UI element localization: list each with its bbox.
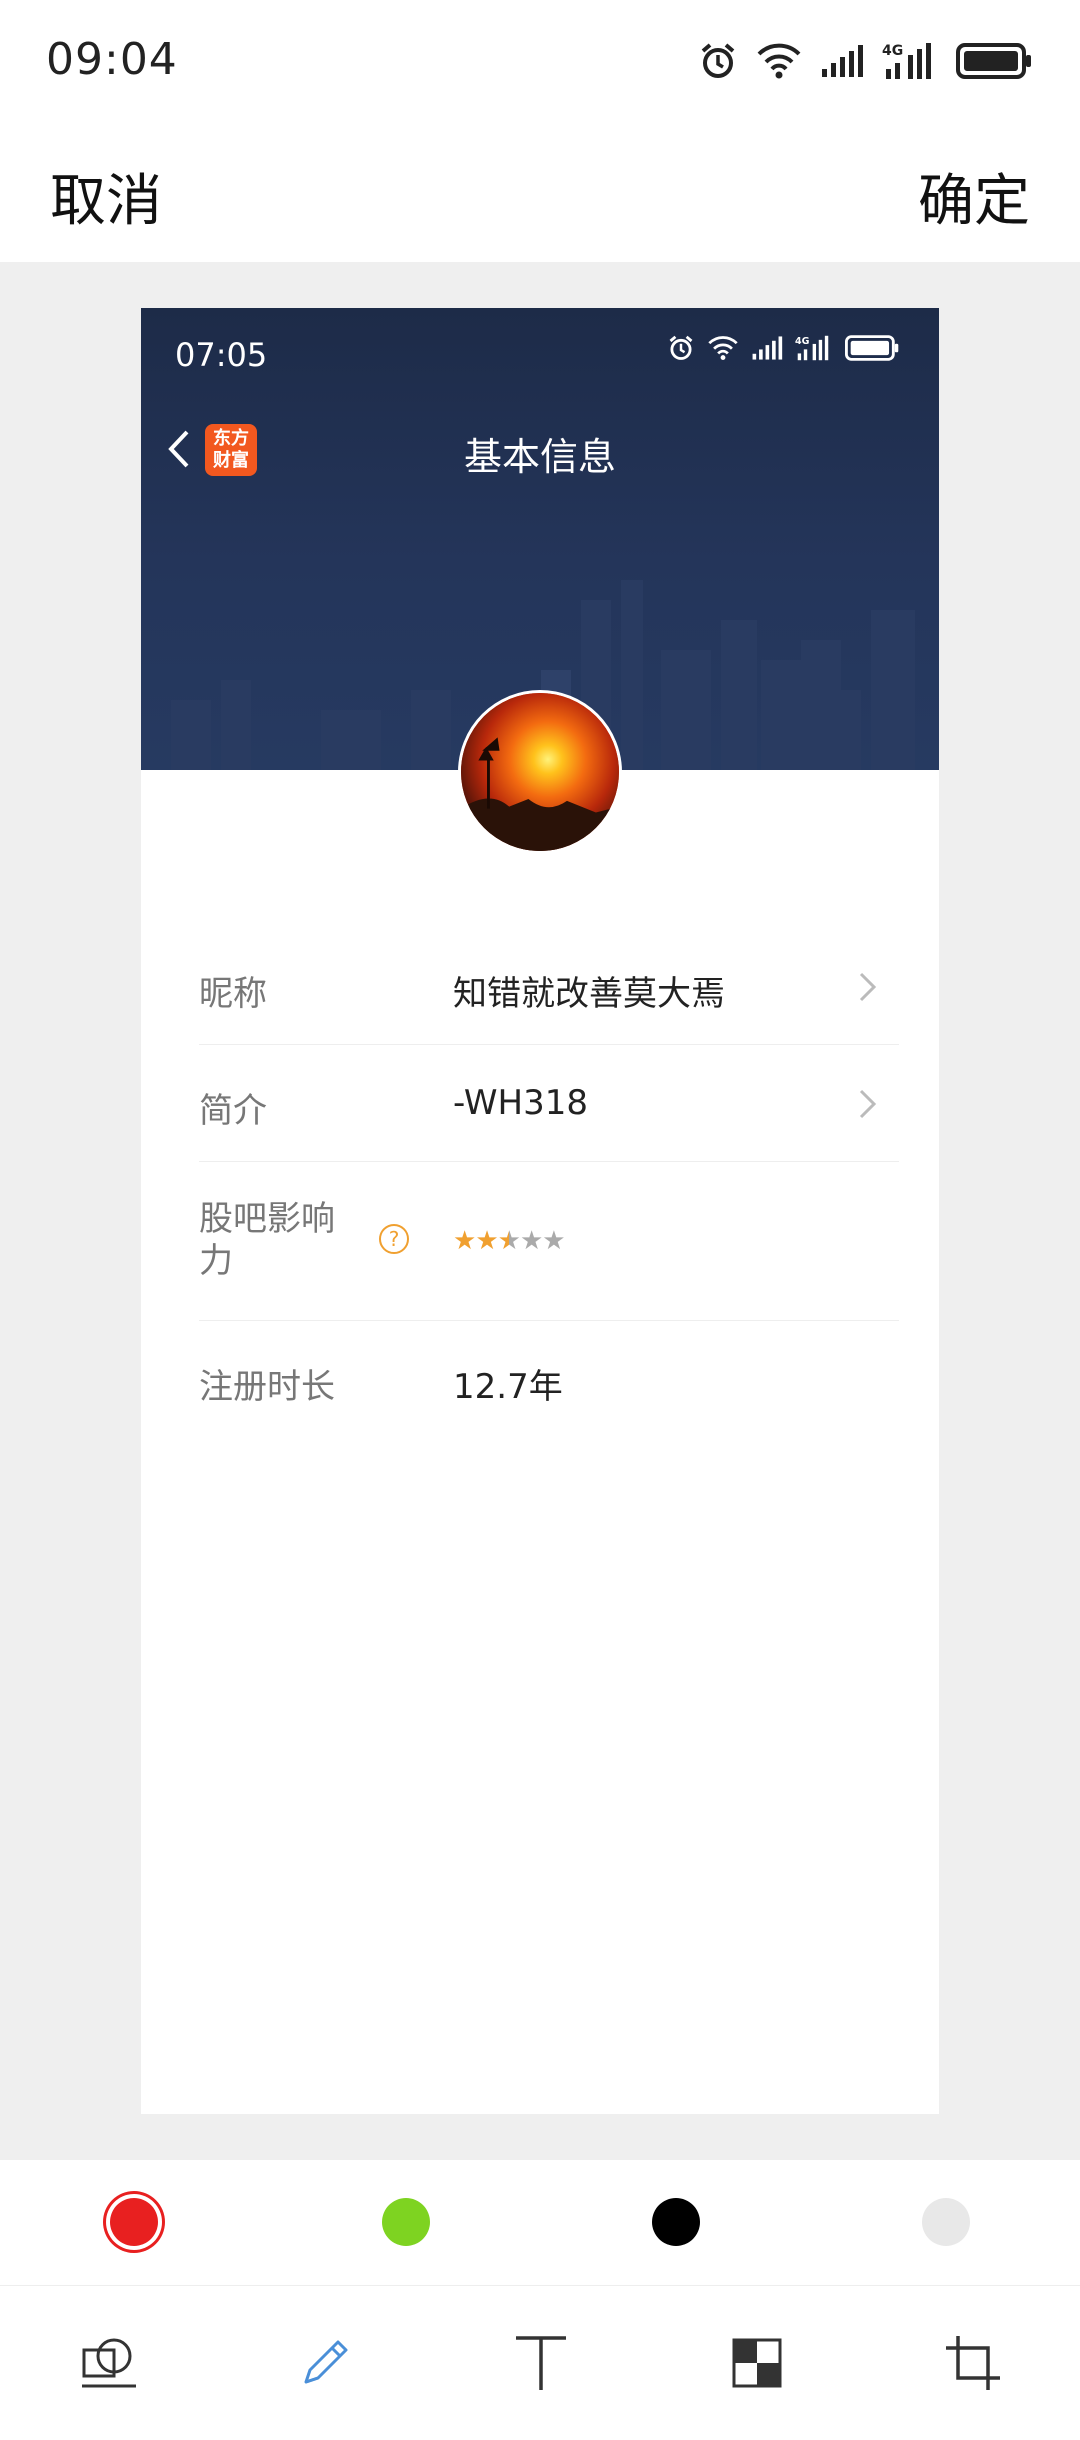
status-icons: 4G (698, 36, 1032, 86)
wifi-icon (757, 43, 801, 79)
battery-icon (956, 43, 1031, 79)
bio-value: -WH318 (453, 1083, 588, 1123)
color-palette (0, 2160, 1080, 2286)
pencil-tool-button[interactable] (294, 2332, 356, 2394)
inner-status-icons: 4G (667, 334, 899, 362)
avatar[interactable] (458, 690, 622, 854)
color-green-swatch[interactable] (382, 2198, 430, 2246)
signal-icon (752, 336, 783, 360)
svg-text:4G: 4G (882, 43, 903, 59)
bio-row[interactable]: 简介 -WH318 (199, 1045, 899, 1162)
status-bar: 09:04 4G (0, 0, 1080, 120)
chevron-right-icon (859, 1089, 877, 1119)
alarm-icon (669, 335, 693, 360)
influence-label: 股吧影响力 (199, 1199, 335, 1281)
registration-value: 12.7年 (453, 1367, 563, 1407)
star-empty: ★ (519, 1226, 543, 1256)
edit-toolbar (0, 2288, 1080, 2440)
registration-row: 注册时长 12.7年 (199, 1321, 899, 1438)
confirm-button[interactable]: 确定 (918, 156, 1030, 237)
registration-label: 注册时长 (199, 1367, 335, 1407)
editor-header: 取消 确定 (0, 120, 1080, 262)
4g-signal-icon: 4G (882, 43, 931, 79)
bio-label: 简介 (199, 1091, 267, 1131)
star-empty: ★ (542, 1226, 565, 1256)
mosaic-tool-button[interactable] (726, 2332, 788, 2394)
nickname-label: 昵称 (199, 974, 267, 1014)
star-full: ★ (453, 1226, 476, 1256)
chevron-right-icon (859, 972, 877, 1002)
text-tool-button[interactable] (510, 2332, 572, 2394)
color-white-swatch[interactable] (922, 2198, 970, 2246)
nickname-row[interactable]: 昵称 知错就改善莫大焉 (199, 928, 899, 1045)
cancel-button[interactable]: 取消 (50, 156, 162, 237)
screenshot-preview[interactable]: 07:05 4G 东方财富 基本信息 昵称 知错就改善莫大焉 简介 -WH318… (141, 308, 939, 2114)
color-black-swatch[interactable] (652, 2198, 700, 2246)
influence-rating: ★★★★★ (453, 1226, 566, 1256)
battery-icon (845, 335, 899, 361)
profile-info-list: 昵称 知错就改善莫大焉 简介 -WH318 股吧影响力 ? ★★★★★ 注册时长… (141, 928, 939, 1438)
pencil-icon (304, 2340, 348, 2384)
page-title: 基本信息 (463, 435, 616, 479)
text-icon (516, 2336, 566, 2390)
inner-nav-bar: 东方财富 基本信息 (141, 408, 939, 488)
wifi-icon (708, 336, 738, 360)
shape-icon (82, 2338, 136, 2388)
alarm-icon (701, 43, 735, 78)
star-full: ★ (475, 1226, 498, 1256)
signal-icon (822, 45, 863, 77)
inner-status-bar: 07:05 4G (141, 308, 939, 398)
star-half: ★ (497, 1226, 521, 1256)
svg-text:4G: 4G (795, 336, 810, 347)
help-icon[interactable]: ? (379, 1224, 409, 1254)
crop-tool-button[interactable] (942, 2332, 1004, 2394)
color-red-swatch[interactable] (110, 2198, 158, 2246)
nickname-value: 知错就改善莫大焉 (453, 974, 725, 1014)
crop-icon (946, 2336, 1000, 2390)
4g-signal-icon: 4G (795, 335, 829, 361)
shape-tool-button[interactable] (78, 2332, 140, 2394)
mosaic-icon (732, 2338, 782, 2388)
status-time: 09:04 (46, 34, 178, 85)
inner-status-time: 07:05 (175, 336, 268, 374)
influence-row: 股吧影响力 ? ★★★★★ (199, 1162, 899, 1321)
